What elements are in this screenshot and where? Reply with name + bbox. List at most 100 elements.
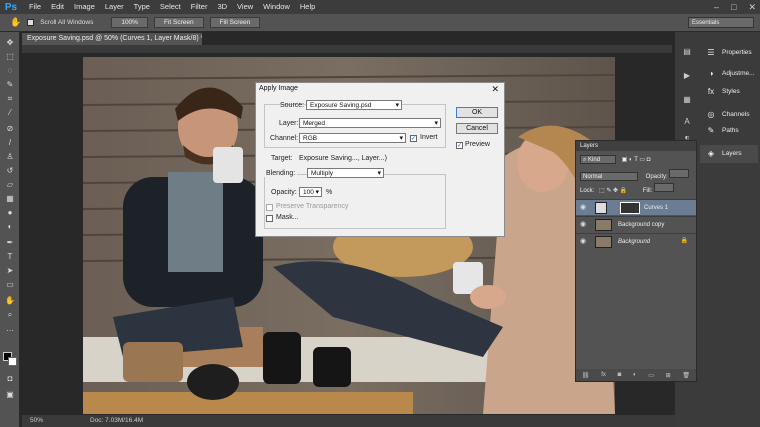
swatches-icon[interactable]: ▦ (681, 94, 693, 106)
eyedropper-tool-icon[interactable]: ⁄ (5, 108, 15, 118)
layer-row-background-copy[interactable]: ◉ Background copy (576, 216, 696, 232)
panel-adjustments[interactable]: ◑ Adjustme... (700, 65, 758, 83)
path-select-tool-icon[interactable]: ➤ (5, 266, 15, 276)
target-label: Target: (271, 155, 293, 162)
zoom-level[interactable]: 50% (30, 415, 43, 427)
marquee-tool-icon[interactable]: ⬚ (5, 52, 15, 62)
tools-panel: ✥ ⬚ ◌ ✎ ⌗ ⁄ ⊘ / ♙ ↺ ▱ ▦ ● ◐ ✒ T ➤ ▭ ✋ ⌕ … (0, 32, 20, 427)
panel-layers-label: Layers (722, 150, 742, 157)
panel-styles[interactable]: fx Styles (700, 83, 758, 101)
menu-filter[interactable]: Filter (186, 0, 213, 14)
healing-brush-tool-icon[interactable]: ⊘ (5, 124, 15, 134)
visibility-eye-icon[interactable]: ◉ (580, 204, 588, 211)
delete-layer-icon[interactable]: 🗑 (682, 372, 690, 379)
preview-checkbox[interactable]: ✓ (456, 142, 463, 149)
blending-select[interactable]: Multiply (307, 168, 384, 178)
source-select[interactable]: Exposure Saving.psd (306, 100, 402, 110)
quick-select-tool-icon[interactable]: ✎ (5, 80, 15, 90)
panel-paths[interactable]: ✎ Paths (700, 122, 758, 140)
more-tools-icon[interactable]: … (5, 324, 15, 334)
brush-tool-icon[interactable]: / (5, 138, 15, 148)
opacity-label: Opacity: (645, 174, 668, 180)
move-tool-icon[interactable]: ✥ (5, 38, 15, 48)
minimize-button[interactable]: – (714, 0, 719, 14)
visibility-eye-icon[interactable]: ◉ (580, 221, 588, 228)
clone-stamp-tool-icon[interactable]: ♙ (5, 152, 15, 162)
menu-select[interactable]: Select (155, 0, 186, 14)
new-adjustment-icon[interactable]: ◐ (633, 372, 637, 378)
menu-help[interactable]: Help (295, 0, 320, 14)
layers-tab[interactable]: Layers (576, 141, 696, 151)
dodge-tool-icon[interactable]: ◐ (5, 222, 15, 232)
layer-row-background[interactable]: ◉ Background 🔒 (576, 233, 696, 249)
lock-icons[interactable]: ⬚ ✎ ✥ 🔒 (599, 188, 627, 194)
crop-tool-icon[interactable]: ⌗ (5, 94, 15, 104)
fill-screen-button[interactable]: Fill Screen (209, 17, 261, 28)
blur-tool-icon[interactable]: ● (5, 208, 15, 218)
layer-name: Background copy (618, 222, 665, 228)
status-bar: 50% Doc: 7.03M/16.4M (22, 415, 675, 427)
menu-image[interactable]: Image (69, 0, 100, 14)
channel-select[interactable]: RGB (299, 133, 406, 143)
hand-tool-icon[interactable]: ✋ (5, 296, 15, 306)
layer-mask-thumb[interactable] (620, 202, 640, 214)
menu-edit[interactable]: Edit (46, 0, 69, 14)
document-tab[interactable]: Exposure Saving.psd @ 50% (Curves 1, Lay… (22, 33, 202, 45)
layers-icon: ◈ (707, 149, 715, 158)
menu-view[interactable]: View (232, 0, 258, 14)
menu-window[interactable]: Window (258, 0, 295, 14)
menu-layer[interactable]: Layer (100, 0, 129, 14)
layer-select[interactable]: Merged (299, 118, 441, 128)
quick-mask-icon[interactable]: ◘ (5, 374, 15, 384)
close-icon[interactable]: ✕ (491, 84, 499, 94)
add-mask-icon[interactable]: ◙ (618, 372, 622, 378)
layer-opacity-field[interactable] (669, 169, 690, 178)
type-tool-icon[interactable]: T (5, 252, 15, 262)
link-layers-icon[interactable]: ⛓ (582, 372, 590, 379)
screen-mode-icon[interactable]: ▣ (5, 390, 15, 400)
actions-icon[interactable]: ▶ (681, 70, 693, 82)
fx-icon[interactable]: fx (601, 372, 606, 378)
layers-footer: ⛓ fx ◙ ◐ ▭ ⊞ 🗑 (576, 369, 696, 381)
eraser-tool-icon[interactable]: ▱ (5, 180, 15, 190)
new-layer-icon[interactable]: ⊞ (666, 372, 671, 379)
maximize-button[interactable]: □ (731, 0, 736, 14)
ok-button[interactable]: OK (456, 107, 498, 118)
invert-checkbox[interactable]: ✓ (410, 135, 417, 142)
blend-mode-select[interactable]: Normal (580, 172, 638, 181)
panel-layers[interactable]: ◈ Layers (700, 145, 758, 163)
workspace-select[interactable]: Essentials (688, 17, 754, 28)
zoom-tool-icon[interactable]: ⌕ (5, 310, 15, 320)
character-icon[interactable]: A (681, 116, 693, 128)
paths-icon: ✎ (707, 126, 715, 135)
invert-label: Invert (420, 134, 438, 141)
kind-filter[interactable]: ⌕ Kind (580, 155, 616, 164)
mask-checkbox[interactable] (266, 215, 273, 222)
panel-properties[interactable]: ☰ Properties (700, 44, 758, 62)
dialog-title: Apply Image (259, 85, 298, 92)
fit-screen-button[interactable]: Fit Screen (153, 17, 204, 28)
layer-row-curves[interactable]: ◉ Curves 1 (576, 199, 696, 215)
history-brush-tool-icon[interactable]: ↺ (5, 166, 15, 176)
blending-label: Blending: (264, 170, 298, 177)
menu-file[interactable]: File (24, 0, 46, 14)
layer-fill-field[interactable] (653, 183, 674, 192)
gradient-tool-icon[interactable]: ▦ (5, 194, 15, 204)
pen-tool-icon[interactable]: ✒ (5, 238, 15, 248)
lasso-tool-icon[interactable]: ◌ (5, 66, 15, 76)
menu-type[interactable]: Type (129, 0, 155, 14)
zoom-100-button[interactable]: 100% (111, 17, 148, 28)
preserve-transparency-label: Preserve Transparency (276, 203, 349, 210)
new-group-icon[interactable]: ▭ (648, 372, 654, 379)
background-color-swatch[interactable] (8, 357, 17, 366)
hand-tool-icon: ✋ (10, 17, 22, 27)
history-icon[interactable]: ▤ (681, 46, 693, 58)
close-button[interactable]: ✕ (748, 0, 756, 14)
shape-tool-icon[interactable]: ▭ (5, 280, 15, 290)
opacity-input[interactable]: 100 (299, 187, 322, 197)
menu-3d[interactable]: 3D (212, 0, 232, 14)
cancel-button[interactable]: Cancel (456, 123, 498, 134)
preserve-transparency-checkbox[interactable] (266, 204, 273, 211)
scroll-all-checkbox[interactable] (27, 19, 35, 26)
visibility-eye-icon[interactable]: ◉ (580, 238, 588, 245)
